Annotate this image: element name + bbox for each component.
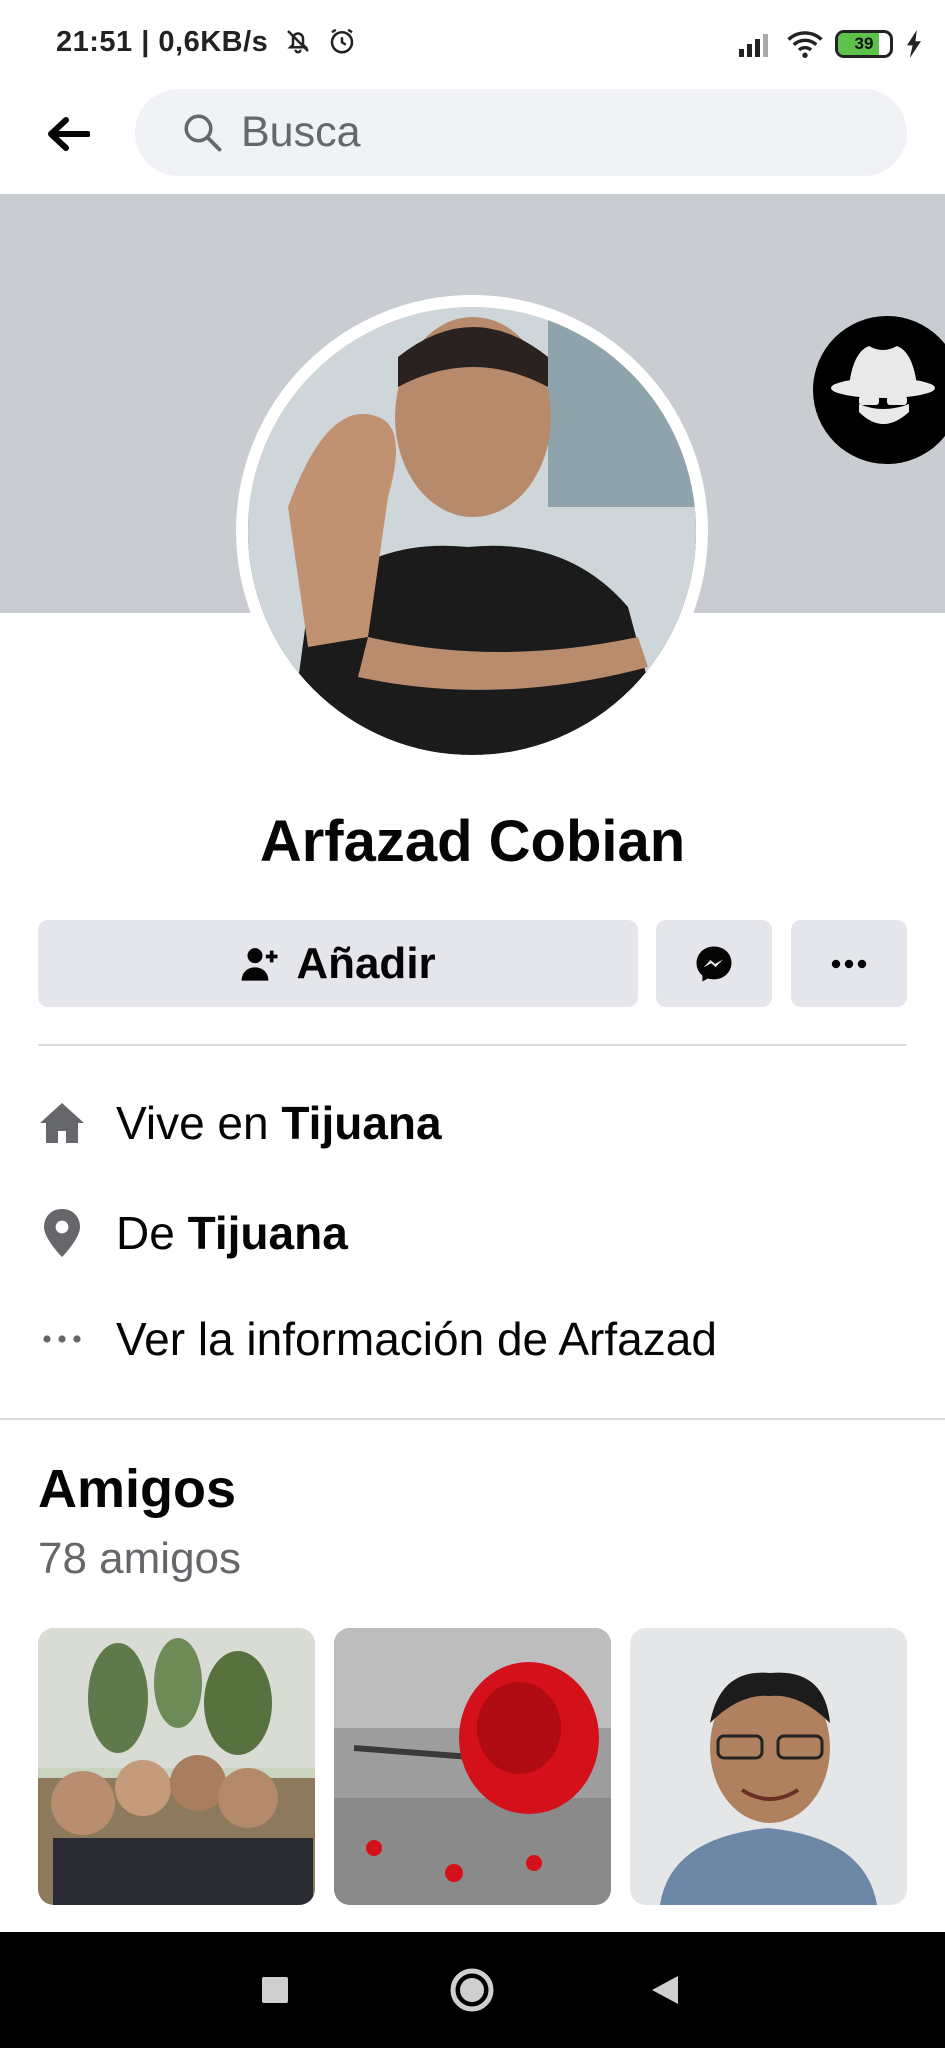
search-input[interactable]: [241, 103, 841, 161]
charging-bolt-icon: [907, 30, 921, 58]
back-button[interactable]: [38, 104, 98, 164]
messenger-button[interactable]: [656, 920, 772, 1007]
back-arrow-icon: [48, 117, 90, 151]
friends-count: 78 amigos: [38, 1534, 242, 1583]
info-label: De: [116, 1207, 188, 1259]
info-row-lives-in: Vive en Tijuana: [38, 1088, 918, 1158]
alarm-icon: [331, 28, 354, 54]
see-about-link[interactable]: Ver la información de Arfazad: [116, 1312, 717, 1366]
divider: [38, 1044, 907, 1046]
location-pin-icon: [38, 1209, 86, 1257]
circle-icon: [450, 1968, 494, 2012]
status-indicators: 39: [737, 24, 923, 64]
add-friend-button[interactable]: Añadir: [38, 920, 638, 1007]
profile-avatar[interactable]: [248, 307, 696, 755]
friends-title[interactable]: Amigos: [38, 1458, 236, 1520]
messenger-icon: [696, 946, 732, 981]
info-value-link[interactable]: Tijuana: [281, 1097, 441, 1149]
info-value-link[interactable]: Tijuana: [188, 1207, 348, 1259]
profile-name: Arfazad Cobian: [259, 809, 686, 874]
back-nav-button[interactable]: [633, 1958, 697, 2022]
battery-indicator: 39: [835, 30, 893, 58]
section-divider: [0, 1418, 945, 1420]
battery-level: 39: [854, 34, 874, 53]
more-dots-icon: [38, 1315, 86, 1363]
recents-button[interactable]: [243, 1958, 307, 2022]
more-options-button[interactable]: [791, 920, 907, 1007]
muted-bell-icon: [286, 30, 309, 54]
status-time-text: 21:51 | 0,6KB/s: [56, 26, 269, 58]
search-bar[interactable]: [135, 89, 907, 176]
status-time: 21:51 | 0,6KB/s: [56, 26, 357, 59]
info-row-from: De Tijuana: [38, 1198, 918, 1268]
add-friend-icon: [241, 947, 278, 981]
signal-icon: [739, 34, 768, 57]
square-icon: [262, 1977, 288, 2003]
profile-photo: [248, 307, 696, 755]
home-button[interactable]: [440, 1958, 504, 2022]
triangle-back-icon: [652, 1976, 678, 2004]
add-friend-label: Añadir: [296, 938, 436, 988]
friend-photo[interactable]: [630, 1628, 907, 1905]
info-row-see-about[interactable]: Ver la información de Arfazad: [38, 1304, 918, 1374]
search-icon: [184, 114, 222, 152]
more-horizontal-icon: [831, 959, 867, 968]
friend-photo[interactable]: [334, 1628, 611, 1905]
info-label: Vive en: [116, 1097, 282, 1149]
friend-photo[interactable]: [38, 1628, 315, 1905]
home-icon: [38, 1099, 86, 1147]
wifi-icon: [787, 31, 823, 58]
status-bar: 21:51 | 0,6KB/s 39: [0, 0, 945, 86]
